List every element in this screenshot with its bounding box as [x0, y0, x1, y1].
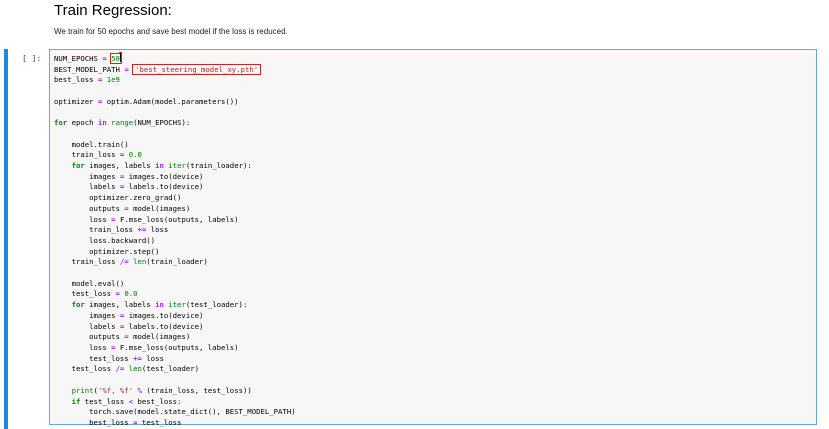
- text-cursor: [119, 53, 121, 62]
- section-heading: Train Regression:: [54, 2, 172, 19]
- code-editor[interactable]: NUM_EPOCHS = 50 BEST_MODEL_PATH = 'best_…: [54, 53, 296, 429]
- selected-cell-indicator: [4, 49, 8, 429]
- num-epochs-value-highlight[interactable]: 50: [110, 53, 122, 64]
- section-description: We train for 50 epochs and save best mod…: [54, 27, 288, 36]
- best-model-path-highlight[interactable]: 'best_steering_model_xy.pth': [132, 63, 262, 75]
- code-token: NUM_EPOCHS: [54, 54, 98, 63]
- cell-prompt: [ ]:: [22, 54, 42, 63]
